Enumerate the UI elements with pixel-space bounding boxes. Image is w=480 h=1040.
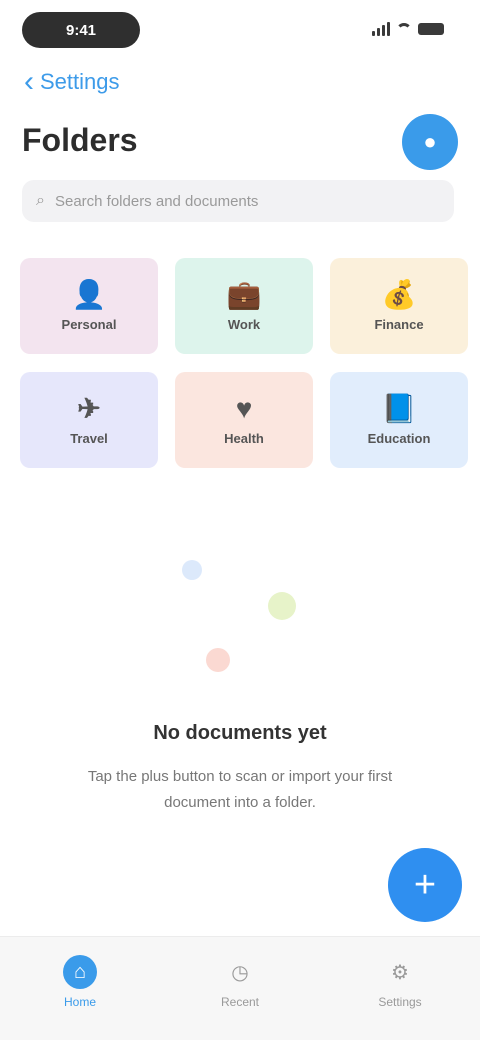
plane-icon: ✈ bbox=[77, 392, 101, 424]
category-tile-travel[interactable]: ✈ Travel bbox=[20, 372, 158, 468]
wifi-icon bbox=[396, 23, 412, 35]
empty-state-title: No documents yet bbox=[153, 722, 327, 744]
tab-label: Recent bbox=[220, 995, 260, 1009]
category-tile-finance[interactable]: 💰 Finance bbox=[330, 258, 468, 354]
search-placeholder: Search folders and documents bbox=[54, 192, 259, 210]
search-input[interactable]: ⌕ Search folders and documents bbox=[22, 180, 454, 222]
briefcase-icon: 💼 bbox=[226, 278, 262, 310]
profile-button[interactable]: ● bbox=[402, 114, 458, 170]
category-label: Health bbox=[224, 430, 264, 446]
red-dot bbox=[206, 648, 230, 672]
category-tile-work[interactable]: 💼 Work bbox=[175, 258, 313, 354]
category-label: Personal bbox=[61, 316, 117, 332]
search-icon: ⌕ bbox=[36, 192, 45, 209]
category-grid: 👤 Personal 💼 Work 💰 Finance ✈ Travel ♥ Health 📘 Edu… bbox=[20, 258, 468, 468]
tab-bar: ⌂ Home ◷ Recent ⚙ Settings bbox=[0, 936, 480, 1040]
wallet-icon: 💰 bbox=[381, 278, 417, 310]
add-document-button[interactable]: + bbox=[388, 848, 462, 922]
tab-recent[interactable]: ◷ Recent bbox=[180, 955, 300, 1010]
chevron-left-icon: ‹ bbox=[24, 65, 34, 98]
category-label: Finance bbox=[374, 316, 424, 332]
category-label: Work bbox=[227, 316, 261, 332]
tab-label: Settings bbox=[378, 995, 422, 1009]
user-icon: ● bbox=[423, 129, 437, 154]
category-tile-personal[interactable]: 👤 Personal bbox=[20, 258, 158, 354]
page-title: Folders bbox=[22, 122, 138, 158]
category-tile-health[interactable]: ♥ Health bbox=[175, 372, 313, 468]
tab-label: Home bbox=[63, 995, 96, 1009]
category-tile-education[interactable]: 📘 Education bbox=[330, 372, 468, 468]
status-time: 9:41 bbox=[22, 12, 140, 48]
heart-icon: ♥ bbox=[235, 392, 253, 424]
category-label: Travel bbox=[70, 430, 108, 446]
empty-state-description: Tap the plus button to scan or import yo… bbox=[87, 768, 393, 811]
green-dot bbox=[268, 592, 296, 620]
battery-icon bbox=[418, 23, 444, 35]
signal-icon bbox=[372, 22, 390, 36]
status-indicators bbox=[354, 18, 444, 40]
book-icon: 📘 bbox=[381, 392, 417, 424]
back-button[interactable]: ‹ Settings bbox=[24, 62, 120, 102]
status-bar: 9:41 bbox=[0, 0, 480, 60]
home-icon: ⌂ bbox=[63, 955, 97, 989]
clock-icon: ◷ bbox=[231, 961, 249, 984]
empty-state-illustration bbox=[182, 560, 296, 672]
tab-settings[interactable]: ⚙ Settings bbox=[340, 955, 460, 1010]
category-label: Education bbox=[367, 430, 431, 446]
back-label: Settings bbox=[40, 69, 120, 94]
gear-icon: ⚙ bbox=[391, 961, 409, 984]
user-icon: 👤 bbox=[71, 278, 107, 310]
tab-home[interactable]: ⌂ Home bbox=[20, 955, 140, 1009]
blue-dot bbox=[182, 560, 202, 580]
plus-icon: + bbox=[413, 863, 437, 906]
